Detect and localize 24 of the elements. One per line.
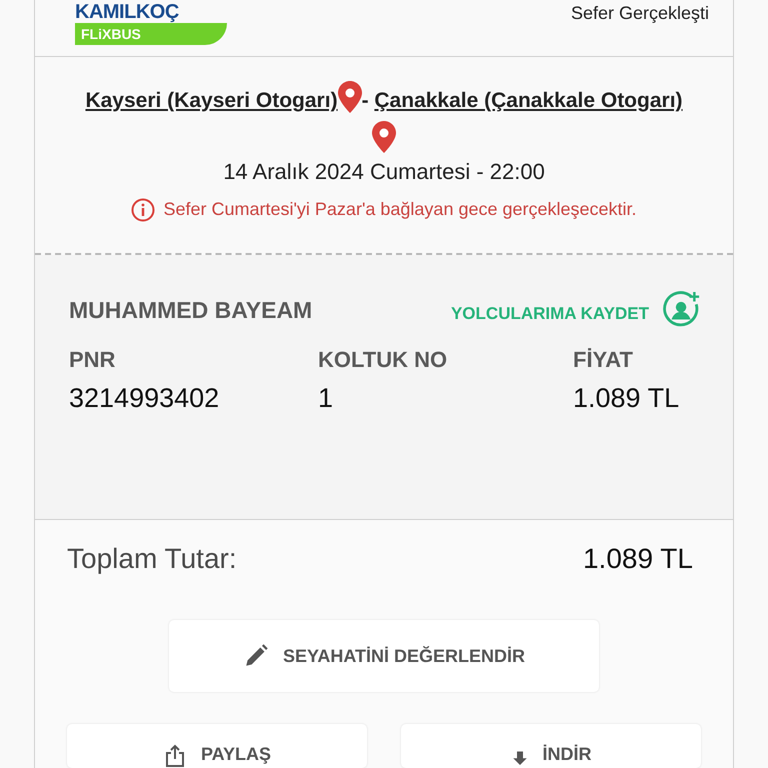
brand-logo-text: KAMILKOÇ <box>75 1 180 23</box>
field-label: FİYAT <box>573 346 634 374</box>
field-value: 3214993402 <box>69 382 220 415</box>
field-label: KOLTUK NO <box>318 346 448 374</box>
map-pin-icon <box>338 81 362 113</box>
info-icon <box>131 198 156 222</box>
field-value: 1.089 TL <box>573 382 680 415</box>
trip-status: Sefer Gerçekleşti <box>570 2 709 25</box>
night-trip-notice: Sefer Cumartesi'yi Pazar'a bağlayan gece gerçekleşecektir. <box>163 198 637 221</box>
origin-link[interactable]: Kayseri (Kayseri Otogarı) <box>85 89 338 112</box>
total-value: 1.089 TL <box>582 542 693 576</box>
add-person-icon <box>663 291 701 329</box>
map-pin-icon <box>372 121 396 153</box>
share-button[interactable]: PAYLAŞ <box>67 724 367 768</box>
departure-datetime: 14 Aralık 2024 Cumartesi - 22:00 <box>223 158 545 186</box>
field-value: 1 <box>318 382 334 415</box>
brand-logo-badge: FLiXBUS <box>75 23 227 45</box>
total-label: Toplam Tutar: <box>67 542 237 576</box>
download-button[interactable]: İNDİR <box>401 724 701 768</box>
field-label: PNR <box>69 346 116 374</box>
route-separator: - <box>362 89 370 112</box>
rate-trip-button[interactable]: SEYAHATİNİ DEĞERLENDİR <box>169 620 599 692</box>
destination-link[interactable]: Çanakkale (Çanakkale Otogarı) <box>374 89 683 112</box>
passenger-name: MUHAMMED BAYEAM <box>69 296 312 325</box>
